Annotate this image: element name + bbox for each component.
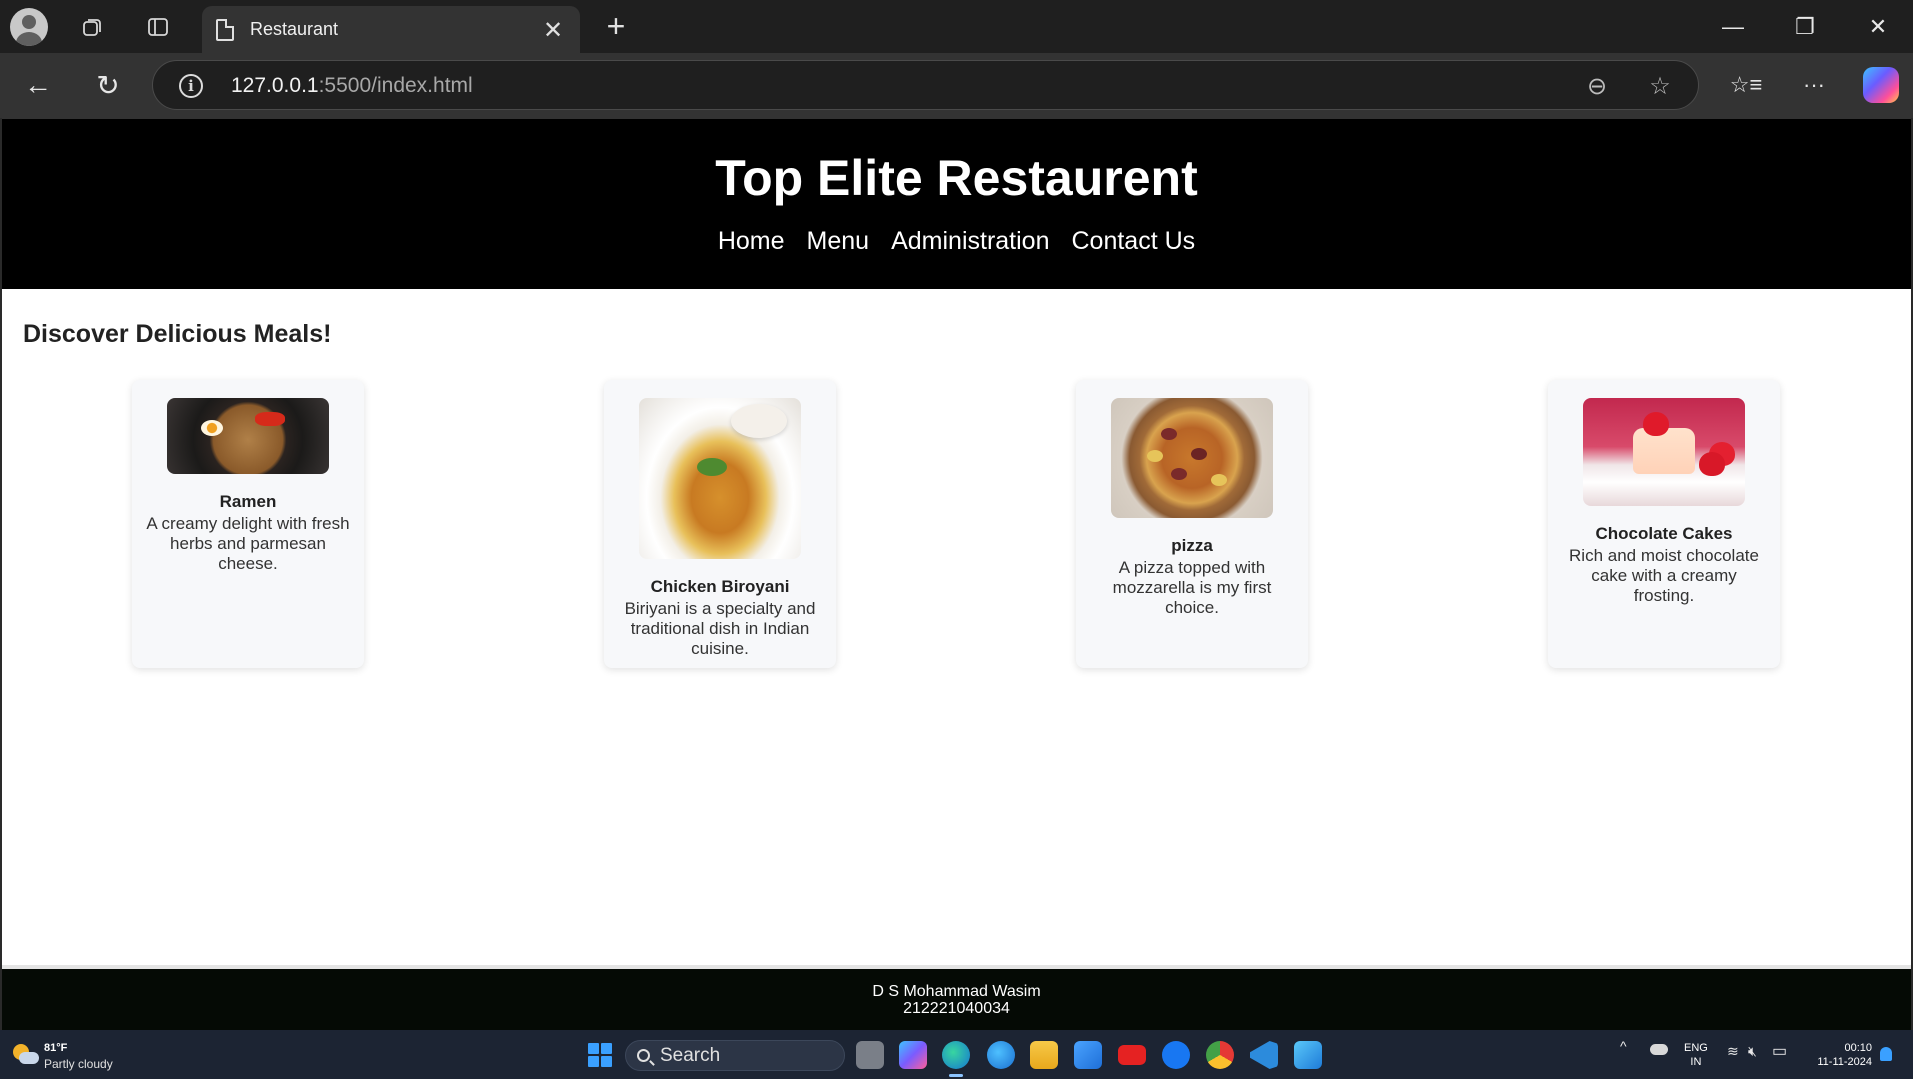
search-icon bbox=[637, 1049, 650, 1062]
minimize-icon[interactable]: — bbox=[1703, 4, 1763, 50]
meal-name: Chicken Biroyani bbox=[650, 577, 790, 596]
url-path: :5500/index.html bbox=[318, 74, 473, 97]
site-header: Top Elite Restaurent Home Menu Administr… bbox=[2, 118, 1911, 289]
copilot-icon[interactable] bbox=[1863, 67, 1899, 103]
meal-card-chocolate-cakes: Chocolate Cakes Rich and moist chocolate… bbox=[1548, 380, 1780, 668]
address-bar-row: ← ↻ i 127.0.0.1:5500/index.html ⊖ ☆ ☆≡ ·… bbox=[0, 53, 1913, 118]
profile-avatar-icon[interactable] bbox=[10, 8, 48, 46]
pizza-image bbox=[1111, 398, 1273, 518]
clock-time: 00:10 bbox=[1844, 1042, 1872, 1054]
ramen-image bbox=[167, 398, 329, 474]
wifi-icon[interactable]: ≋ bbox=[1727, 1043, 1739, 1060]
youtube-icon[interactable] bbox=[1118, 1045, 1146, 1065]
weather-icon[interactable] bbox=[11, 1042, 39, 1068]
lang-code: ENG bbox=[1684, 1042, 1708, 1054]
tab-title: Restaurant bbox=[250, 19, 339, 39]
battery-icon[interactable]: ▭ bbox=[1772, 1041, 1787, 1061]
refresh-icon[interactable]: ↻ bbox=[86, 65, 130, 105]
tray-chevron-icon[interactable]: ^ bbox=[1620, 1038, 1627, 1054]
meal-card-pizza: pizza A pizza topped with mozzarella is … bbox=[1076, 380, 1308, 668]
volume-muted-icon[interactable]: 🔇︎ bbox=[1748, 1043, 1757, 1060]
taskbar-search[interactable]: Search bbox=[625, 1040, 845, 1071]
nav-link-contact-us[interactable]: Contact Us bbox=[1071, 227, 1195, 256]
page-viewport: Top Elite Restaurent Home Menu Administr… bbox=[0, 118, 1913, 1031]
onedrive-icon[interactable] bbox=[1650, 1044, 1668, 1055]
biryani-image bbox=[639, 398, 801, 559]
more-icon[interactable]: ··· bbox=[1792, 65, 1836, 105]
weather-temperature[interactable]: 81°F bbox=[44, 1042, 67, 1054]
clock[interactable]: 00:10 11-11-2024 bbox=[1800, 1041, 1872, 1069]
url-host: 127.0.0.1 bbox=[231, 74, 319, 97]
copilot-app-icon[interactable] bbox=[899, 1041, 927, 1069]
back-icon[interactable]: ← bbox=[16, 65, 60, 105]
page-icon bbox=[216, 18, 234, 41]
vscode-icon[interactable] bbox=[1250, 1041, 1278, 1069]
edge-beta-icon[interactable] bbox=[987, 1041, 1015, 1069]
facebook-icon[interactable] bbox=[1162, 1041, 1190, 1069]
language-indicator[interactable]: ENG IN bbox=[1684, 1041, 1708, 1069]
footer-author-id: 212221040034 bbox=[903, 1000, 1010, 1017]
meal-description: Rich and moist chocolate cake with a cre… bbox=[1569, 546, 1759, 605]
taskbar: 81°F Partly cloudy Search ^ ENG IN ≋ 🔇︎ … bbox=[0, 1030, 1913, 1079]
meal-description: Biriyani is a specialty and traditional … bbox=[624, 599, 816, 658]
edge-icon[interactable] bbox=[942, 1041, 970, 1069]
footer-author-name: D S Mohammad Wasim bbox=[872, 983, 1041, 1000]
star-icon[interactable]: ☆ bbox=[1645, 71, 1675, 101]
store-icon[interactable] bbox=[1074, 1041, 1102, 1069]
zoom-out-icon[interactable]: ⊖ bbox=[1582, 71, 1612, 101]
nav-link-home[interactable]: Home bbox=[718, 227, 785, 256]
cake-image bbox=[1583, 398, 1745, 506]
meal-name: Chocolate Cakes bbox=[1595, 524, 1733, 543]
site-footer: D S Mohammad Wasim 212221040034 bbox=[2, 965, 1911, 1031]
nav-link-menu[interactable]: Menu bbox=[807, 227, 870, 256]
info-icon[interactable]: i bbox=[179, 74, 203, 98]
meal-description: A pizza topped with mozzarella is my fir… bbox=[1112, 558, 1272, 617]
file-explorer-icon[interactable] bbox=[856, 1041, 884, 1069]
favorites-icon[interactable]: ☆≡ bbox=[1724, 65, 1768, 105]
meal-description: A creamy delight with fresh herbs and pa… bbox=[146, 514, 350, 573]
clock-date: 11-11-2024 bbox=[1817, 1056, 1872, 1068]
drawing-app-icon[interactable] bbox=[1294, 1041, 1322, 1069]
windows-start-icon[interactable] bbox=[588, 1043, 612, 1067]
tab-actions-icon[interactable] bbox=[138, 8, 178, 46]
search-label: Search bbox=[660, 1045, 721, 1066]
nav-link-administration[interactable]: Administration bbox=[891, 227, 1049, 256]
weather-description[interactable]: Partly cloudy bbox=[44, 1057, 113, 1071]
meal-name: pizza bbox=[1171, 536, 1213, 555]
workspaces-icon[interactable] bbox=[72, 8, 112, 46]
close-icon[interactable]: ✕ bbox=[538, 15, 568, 45]
close-window-icon[interactable]: ✕ bbox=[1848, 4, 1908, 50]
browser-tab-bar: Restaurant ✕ + — ❐ ✕ bbox=[0, 0, 1913, 53]
meal-card-chicken-biryani: Chicken Biroyani Biriyani is a specialty… bbox=[604, 380, 836, 668]
meal-card-ramen: Ramen A creamy delight with fresh herbs … bbox=[132, 380, 364, 668]
tab-restaurant[interactable]: Restaurant ✕ bbox=[202, 6, 580, 53]
restore-icon[interactable]: ❐ bbox=[1775, 4, 1835, 50]
folder-icon[interactable] bbox=[1030, 1041, 1058, 1069]
address-input[interactable]: i 127.0.0.1:5500/index.html ⊖ ☆ bbox=[152, 60, 1699, 110]
site-nav: Home Menu Administration Contact Us bbox=[2, 227, 1911, 256]
section-title: Discover Delicious Meals! bbox=[23, 320, 332, 348]
chrome-icon[interactable] bbox=[1206, 1041, 1234, 1069]
notification-bell-icon[interactable] bbox=[1880, 1047, 1892, 1061]
lang-region: IN bbox=[1690, 1056, 1702, 1068]
meal-name: Ramen bbox=[219, 492, 277, 511]
plus-icon[interactable]: + bbox=[598, 8, 634, 44]
active-app-indicator bbox=[949, 1074, 963, 1077]
url-text[interactable]: 127.0.0.1:5500/index.html bbox=[231, 74, 473, 98]
site-title: Top Elite Restaurent bbox=[715, 150, 1198, 206]
